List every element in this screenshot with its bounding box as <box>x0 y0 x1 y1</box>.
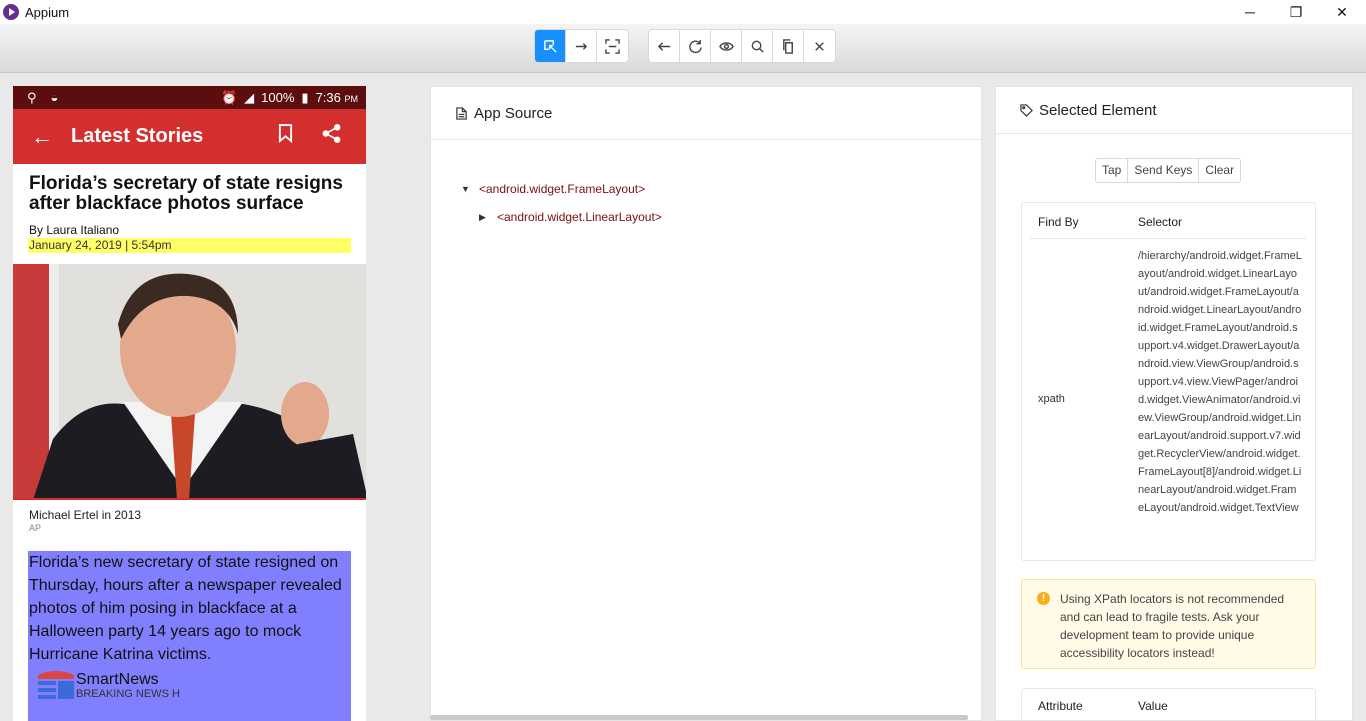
swipe-by-coordinates-button[interactable] <box>566 30 597 62</box>
app-source-header: App Source <box>431 87 981 140</box>
search-for-element-button[interactable] <box>742 30 773 62</box>
alarm-icon: ⏰ <box>220 89 238 105</box>
swipe-by-coordinates-icon <box>575 42 587 50</box>
usb-icon: ⚲ <box>27 89 37 105</box>
quit-session-button[interactable] <box>804 30 835 62</box>
appium-logo-icon <box>3 4 19 20</box>
clear-button[interactable]: Clear <box>1199 159 1240 182</box>
app-bar-title: Latest Stories <box>71 125 204 147</box>
photo-credit: AP <box>29 523 42 533</box>
copy-xml-source-button[interactable] <box>773 30 804 62</box>
back-icon <box>657 41 670 51</box>
device-status-bar: ⚲ ◒ ⏰ ◢ 100% ▮ 7:36 PM <box>13 86 366 109</box>
selected-element-panel: Selected Element Tap Send Keys Clear Fin… <box>995 86 1353 721</box>
article-photo <box>13 264 366 500</box>
back-button[interactable] <box>649 30 680 62</box>
tree-node[interactable]: ▶ <android.widget.LinearLayout> <box>461 203 662 231</box>
search-icon <box>751 40 764 53</box>
tap-by-coordinates-icon <box>605 38 620 54</box>
show-hide-attributes-button[interactable] <box>711 30 742 62</box>
tag-icon <box>1020 103 1033 117</box>
selector-column-header: Selector <box>1138 215 1183 229</box>
caret-down-icon[interactable]: ▼ <box>461 184 479 194</box>
app-source-panel: App Source ▼ <android.widget.FrameLayout… <box>430 86 982 721</box>
selected-element-header: Selected Element <box>996 87 1352 134</box>
warning-icon: ! <box>1037 592 1050 605</box>
restore-button[interactable]: ❐ <box>1273 0 1319 24</box>
find-by-table: Find By Selector xpath /hierarchy/androi… <box>1021 202 1316 561</box>
smartnews-logo-icon <box>36 669 76 703</box>
selector-value[interactable]: /hierarchy/android.widget.FrameLayout/an… <box>1138 247 1302 517</box>
article-body-text: Florida’s new secretary of state resigne… <box>29 554 342 663</box>
attributes-table: Attribute Value <box>1021 688 1316 720</box>
arrow-left-icon[interactable]: ← <box>31 124 71 150</box>
battery-icon: ▮ <box>301 89 309 105</box>
portrait-image <box>13 264 366 498</box>
article-date: January 24, 2019 | 5:54pm <box>28 238 351 253</box>
find-by-column-header: Find By <box>1038 215 1079 229</box>
eye-icon <box>718 41 734 51</box>
warning-text: Using XPath locators is not recommended … <box>1060 592 1285 660</box>
tap-by-coordinates-button[interactable] <box>597 30 628 62</box>
file-icon <box>456 106 467 120</box>
find-by-key: xpath <box>1038 393 1065 405</box>
app-source-title: App Source <box>474 104 553 122</box>
title-bar: Appium ─ ❐ ✕ <box>0 0 1366 24</box>
refresh-button[interactable] <box>680 30 711 62</box>
selected-element-highlight[interactable]: Florida’s new secretary of state resigne… <box>28 551 351 721</box>
smartnews-subtitle: BREAKING NEWS H <box>76 688 180 700</box>
caret-right-icon[interactable]: ▶ <box>479 212 497 223</box>
close-window-button[interactable]: ✕ <box>1319 0 1365 24</box>
send-keys-button[interactable]: Send Keys <box>1128 159 1200 182</box>
article-byline: By Laura Italiano <box>29 223 120 237</box>
android-icon: ◒ <box>50 89 59 105</box>
window-title: Appium <box>25 4 70 20</box>
element-actions: Tap Send Keys Clear <box>1095 158 1242 183</box>
xpath-warning: ! Using XPath locators is not recommende… <box>1021 579 1316 669</box>
tree-node-label[interactable]: <android.widget.LinearLayout> <box>497 210 662 224</box>
signal-icon: ◢ <box>244 89 255 105</box>
horizontal-scrollbar[interactable] <box>430 715 968 720</box>
tree-node[interactable]: ▼ <android.widget.FrameLayout> <box>461 175 662 203</box>
interaction-mode-group <box>534 29 629 63</box>
refresh-icon <box>688 39 702 53</box>
attribute-column-header: Attribute <box>1038 699 1083 713</box>
find-by-table-header: Find By Selector <box>1030 203 1306 239</box>
photo-caption: Michael Ertel in 2013 <box>29 508 142 522</box>
smartnews-title: SmartNews <box>76 671 159 688</box>
article-headline: Florida’s secretary of state resigns aft… <box>29 173 343 214</box>
battery-level: 100% <box>261 90 295 105</box>
tree-node-label[interactable]: <android.widget.FrameLayout> <box>479 182 645 196</box>
app-bar: ← Latest Stories <box>13 109 366 164</box>
value-column-header: Value <box>1138 699 1168 713</box>
select-elements-button[interactable] <box>535 30 566 62</box>
select-elements-icon <box>543 39 557 53</box>
copy-xml-icon <box>782 38 793 54</box>
actions-group <box>648 29 836 63</box>
inspector-toolbar <box>0 24 1366 73</box>
minimize-button[interactable]: ─ <box>1227 0 1273 24</box>
close-icon <box>815 41 824 51</box>
clock: 7:36 PM <box>315 90 358 105</box>
selected-element-title: Selected Element <box>1039 101 1157 119</box>
tap-button[interactable]: Tap <box>1096 159 1129 182</box>
smartnews-promo: SmartNews BREAKING NEWS H <box>36 669 180 703</box>
source-tree: ▼ <android.widget.FrameLayout> ▶ <androi… <box>461 175 662 231</box>
share-icon[interactable] <box>308 124 354 149</box>
bookmark-icon[interactable] <box>262 124 308 149</box>
